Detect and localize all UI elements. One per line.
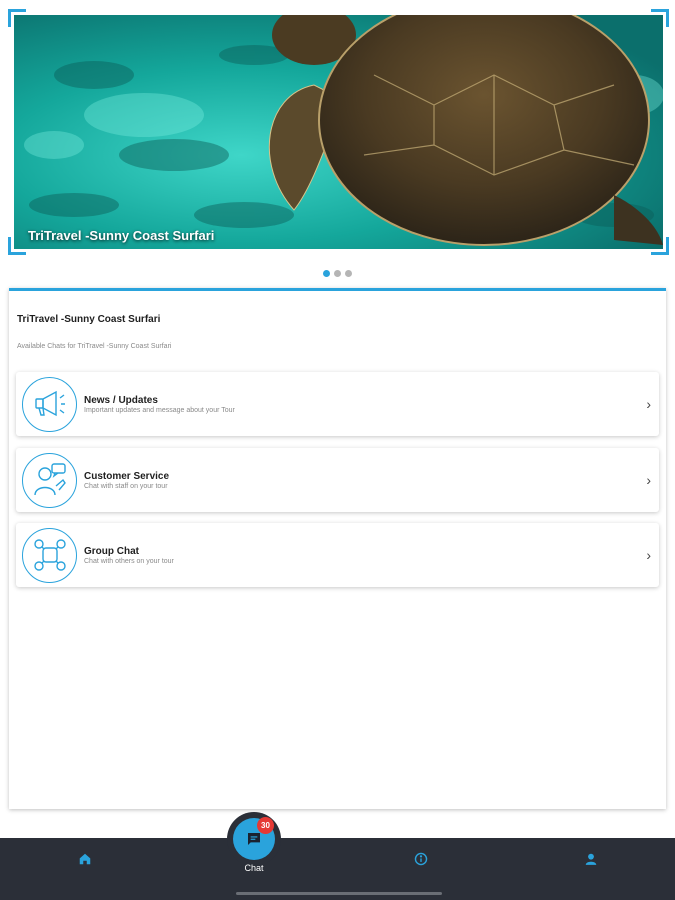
chat-bubble-icon (248, 833, 260, 845)
home-icon (78, 852, 92, 866)
chat-name: Customer Service (84, 470, 170, 482)
chevron-right-icon: › (646, 547, 651, 563)
chat-description: Chat with staff on your tour (84, 482, 168, 490)
chat-name: News / Updates (84, 394, 158, 406)
nav-info[interactable] (414, 852, 428, 866)
carousel-dot[interactable] (334, 270, 341, 277)
chat-unread-badge: 30 (257, 817, 274, 834)
nav-profile[interactable] (584, 852, 598, 866)
chat-item-customer-service[interactable]: Customer Service Chat with staff on your… (16, 448, 659, 512)
person-icon (584, 852, 598, 866)
nav-chat-label: Chat (244, 863, 264, 873)
chevron-right-icon: › (646, 472, 651, 488)
nav-home[interactable] (78, 852, 92, 866)
chat-description: Chat with others on your tour (84, 557, 174, 565)
carousel-dots (0, 270, 675, 277)
carousel-dot-active[interactable] (323, 270, 330, 277)
group-icon (22, 527, 77, 583)
chevron-right-icon: › (646, 396, 651, 412)
chat-item-group-chat[interactable]: Group Chat Chat with others on your tour… (16, 523, 659, 587)
info-icon (414, 852, 428, 866)
megaphone-icon (22, 376, 77, 432)
app-screen: TriTravel -Sunny Coast Surfari TriTravel… (0, 0, 675, 900)
support-agent-icon (22, 452, 77, 508)
hero-caption: TriTravel -Sunny Coast Surfari (28, 228, 215, 243)
bottom-nav (0, 838, 675, 900)
tour-subtitle: Available Chats for TriTravel -Sunny Coa… (17, 343, 172, 350)
chat-description: Important updates and message about your… (84, 406, 235, 414)
hero-image (14, 15, 663, 249)
tour-chats-card: TriTravel -Sunny Coast Surfari Available… (9, 288, 666, 809)
hero-carousel[interactable]: TriTravel -Sunny Coast Surfari (8, 9, 669, 255)
chat-item-news[interactable]: News / Updates Important updates and mes… (16, 372, 659, 436)
carousel-dot[interactable] (345, 270, 352, 277)
chat-name: Group Chat (84, 545, 139, 557)
home-indicator (236, 892, 442, 895)
tour-title: TriTravel -Sunny Coast Surfari (17, 314, 161, 325)
